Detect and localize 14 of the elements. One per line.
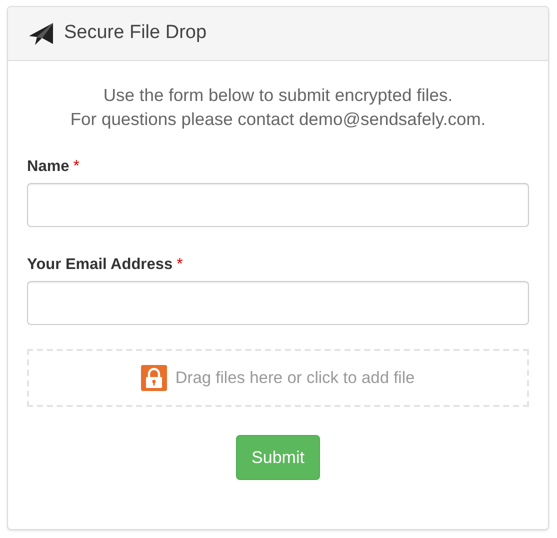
field-label: Your Email Address bbox=[27, 256, 173, 273]
dropzone-text: Drag files here or click to add file bbox=[175, 368, 415, 389]
intro-text: Use the form below to submit encrypted files. bbox=[102, 84, 454, 107]
lock-icon bbox=[141, 365, 168, 391]
required-asterisk: * bbox=[176, 256, 183, 273]
input-field[interactable] bbox=[27, 183, 529, 227]
submit-button[interactable]: Submit bbox=[236, 435, 320, 480]
field-label: Name bbox=[27, 158, 70, 175]
required-asterisk: * bbox=[73, 158, 80, 175]
intro-text: For questions please contact demo@sendsafely.com. bbox=[69, 108, 487, 131]
paper-plane-icon bbox=[28, 22, 54, 46]
card-title: Secure File Drop bbox=[64, 21, 207, 46]
input-field[interactable] bbox=[27, 281, 529, 325]
file-dropzone[interactable]: Drag files here or click to add file bbox=[27, 349, 529, 407]
